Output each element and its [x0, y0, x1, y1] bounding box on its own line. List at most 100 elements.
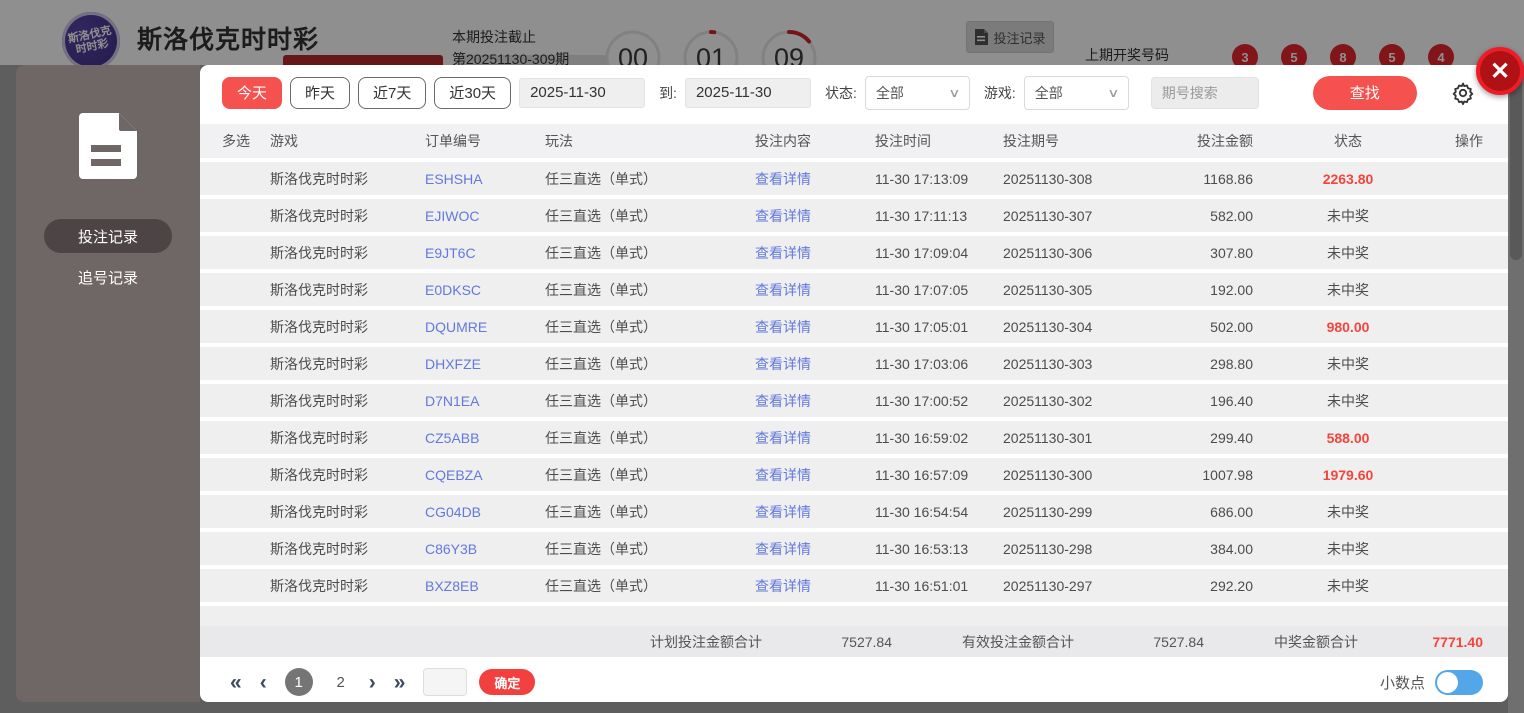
row-game: 斯洛伐克时时彩 [270, 170, 368, 187]
column-header: 游戏 [270, 133, 298, 149]
column-header: 投注金额 [1197, 133, 1253, 149]
row-detail-link[interactable]: 查看详情 [755, 280, 875, 300]
win-total-value: 7771.40 [1432, 633, 1483, 650]
chevron-down-icon: ∨ [1107, 85, 1120, 100]
status-select[interactable]: 全部 ∨ [864, 75, 970, 110]
row-game: 斯洛伐克时时彩 [270, 281, 368, 298]
row-detail-link[interactable]: 查看详情 [755, 465, 875, 485]
row-period: 20251130-305 [1003, 281, 1093, 298]
valid-total-label: 有效投注金额合计 [962, 633, 1074, 650]
bet-records-table: 多选 游戏 订单编号 玩法 投注内容 投注时间 投注期号 投注金额 状态 操作 斯洛伐克时时彩 ES… [200, 120, 1508, 626]
table-row: 斯洛伐克时时彩 CZ5ABB 任三直选（单式） 查看详情 11-30 16:59:02 2… [200, 421, 1508, 454]
row-amount: 196.40 [1210, 392, 1253, 409]
quick-filter-button[interactable]: 近7天 [358, 76, 427, 109]
row-order-link[interactable]: ESHSHA [425, 171, 545, 187]
table-row: 斯洛伐克时时彩 ESHSHA 任三直选（单式） 查看详情 11-30 17:13:09 2… [200, 162, 1508, 195]
row-amount: 686.00 [1210, 503, 1253, 520]
page-number-button[interactable]: 2 [327, 668, 355, 696]
table-footer-spacer [200, 606, 1508, 626]
game-select-value: 全部 [1034, 84, 1063, 101]
table-body: 斯洛伐克时时彩 ESHSHA 任三直选（单式） 查看详情 11-30 17:13:09 2… [200, 162, 1508, 602]
row-amount: 502.00 [1210, 318, 1253, 335]
table-row: 斯洛伐克时时彩 BXZ8EB 任三直选（单式） 查看详情 11-30 16:51:01 2… [200, 569, 1508, 602]
row-period: 20251130-299 [1003, 503, 1093, 520]
row-status: 未中奖 [1327, 503, 1369, 520]
row-detail-link[interactable]: 查看详情 [755, 539, 875, 559]
goto-confirm-button[interactable]: 确定 [479, 669, 536, 695]
row-order-link[interactable]: BXZ8EB [425, 578, 545, 594]
next-page-button[interactable]: › [369, 672, 376, 693]
row-time: 11-30 16:51:01 [875, 577, 969, 594]
row-amount: 1007.98 [1202, 466, 1253, 483]
last-page-button[interactable]: » [394, 672, 406, 693]
row-order-link[interactable]: CZ5ABB [425, 430, 545, 446]
row-detail-link[interactable]: 查看详情 [755, 502, 875, 522]
row-game: 斯洛伐克时时彩 [270, 392, 368, 409]
records-doc-icon [79, 113, 137, 179]
row-status: 未中奖 [1327, 392, 1369, 409]
row-time: 11-30 17:05:01 [875, 318, 969, 335]
win-total-label: 中奖金额合计 [1274, 633, 1358, 650]
row-play: 任三直选（单式） [545, 318, 657, 335]
quick-filter-button[interactable]: 近30天 [434, 76, 512, 109]
row-order-link[interactable]: CG04DB [425, 504, 545, 520]
column-header: 玩法 [545, 133, 573, 149]
first-page-button[interactable]: « [230, 672, 242, 693]
row-order-link[interactable]: E9JT6C [425, 245, 545, 261]
page-number-button[interactable]: 1 [284, 668, 313, 696]
sidebar-item-chase-records[interactable]: 追号记录 [44, 260, 172, 294]
row-time: 11-30 17:03:06 [875, 355, 969, 372]
row-status: 未中奖 [1327, 540, 1369, 557]
row-order-link[interactable]: D7N1EA [425, 393, 545, 409]
row-detail-link[interactable]: 查看详情 [755, 206, 875, 226]
row-game: 斯洛伐克时时彩 [270, 207, 368, 224]
status-select-value: 全部 [875, 84, 904, 101]
row-order-link[interactable]: EJIWOC [425, 208, 545, 224]
row-order-link[interactable]: CQEBZA [425, 467, 545, 483]
table-row: 斯洛伐克时时彩 E0DKSC 任三直选（单式） 查看详情 11-30 17:07:05 2… [200, 273, 1508, 306]
close-icon[interactable]: ✕ [1476, 47, 1524, 95]
table-row: 斯洛伐克时时彩 CQEBZA 任三直选（单式） 查看详情 11-30 16:57:09 2… [200, 458, 1508, 491]
date-from-input[interactable] [519, 77, 646, 108]
gear-icon[interactable] [1451, 81, 1475, 105]
row-order-link[interactable]: E0DKSC [425, 282, 545, 298]
prev-page-button[interactable]: ‹ [260, 672, 267, 693]
row-detail-link[interactable]: 查看详情 [755, 354, 875, 374]
row-detail-link[interactable]: 查看详情 [755, 576, 875, 596]
row-amount: 299.40 [1210, 429, 1253, 446]
goto-page-input[interactable] [423, 668, 468, 696]
row-order-link[interactable]: C86Y3B [425, 541, 545, 557]
game-select[interactable]: 全部 ∨ [1023, 75, 1129, 110]
row-order-link[interactable]: DHXFZE [425, 356, 545, 372]
row-time: 11-30 16:53:13 [875, 540, 969, 557]
row-play: 任三直选（单式） [545, 429, 657, 446]
quick-filter-button[interactable]: 昨天 [290, 76, 351, 109]
row-detail-link[interactable]: 查看详情 [755, 317, 875, 337]
column-header: 投注内容 [755, 133, 811, 149]
column-header: 投注时间 [875, 133, 931, 149]
row-game: 斯洛伐克时时彩 [270, 429, 368, 446]
find-button[interactable]: 查找 [1312, 75, 1417, 110]
row-play: 任三直选（单式） [545, 207, 657, 224]
filter-bar: 今天昨天近7天近30天 到: 状态: 全部 ∨ 游戏: 全部 ∨ 查找 [200, 65, 1508, 120]
decimal-toggle[interactable] [1435, 669, 1483, 695]
row-time: 11-30 17:11:13 [875, 207, 968, 224]
date-to-input[interactable] [684, 77, 811, 108]
column-header: 状态 [1334, 133, 1362, 149]
table-row: 斯洛伐克时时彩 D7N1EA 任三直选（单式） 查看详情 11-30 17:00:52 2… [200, 384, 1508, 417]
period-search-input[interactable] [1150, 76, 1259, 109]
row-detail-link[interactable]: 查看详情 [755, 428, 875, 448]
row-order-link[interactable]: DQUMRE [425, 319, 545, 335]
row-status: 未中奖 [1327, 281, 1369, 298]
row-detail-link[interactable]: 查看详情 [755, 391, 875, 411]
table-row: 斯洛伐克时时彩 DHXFZE 任三直选（单式） 查看详情 11-30 17:03:06 2… [200, 347, 1508, 380]
row-game: 斯洛伐克时时彩 [270, 466, 368, 483]
row-time: 11-30 17:09:04 [875, 244, 969, 261]
sidebar-item-bet-records[interactable]: 投注记录 [44, 219, 172, 253]
table-row: 斯洛伐克时时彩 E9JT6C 任三直选（单式） 查看详情 11-30 17:09:04 2… [200, 236, 1508, 269]
quick-filter-button[interactable]: 今天 [222, 76, 283, 109]
row-detail-link[interactable]: 查看详情 [755, 243, 875, 263]
row-time: 11-30 17:07:05 [875, 281, 969, 298]
toggle-knob [1437, 671, 1458, 693]
row-detail-link[interactable]: 查看详情 [755, 169, 875, 189]
